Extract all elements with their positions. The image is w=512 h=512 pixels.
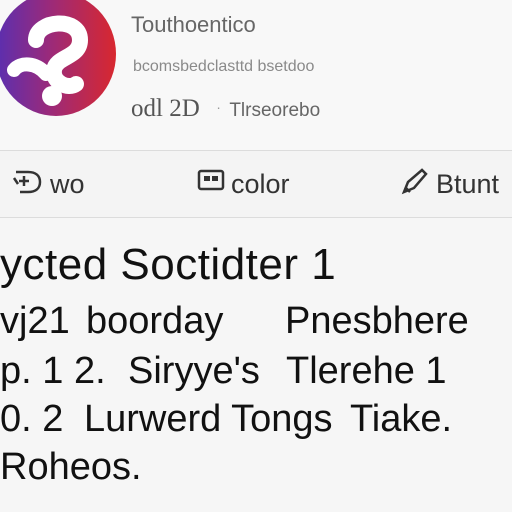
row-cell-a: p. 1 2.	[0, 350, 106, 392]
row-cell-c: Tiake.	[350, 398, 453, 440]
row-cell-a: vj21	[0, 300, 70, 342]
edit-label: Btunt	[436, 168, 500, 199]
help-icon	[7, 15, 89, 106]
meta-tag: Tlrseorebo	[229, 100, 321, 121]
profile-header: Touthoentico bcomsbedclasttd bsetdoo odl…	[0, 0, 512, 150]
color-button[interactable]: color	[197, 151, 290, 217]
row-cell-a: 0. 2	[0, 398, 64, 440]
row-cell-b: boorday	[86, 300, 224, 342]
pencil-icon	[400, 166, 430, 203]
content-heading: ycted Soctidter 1	[0, 240, 337, 289]
row-cell-b: Lurwerd Tongs	[84, 398, 333, 440]
comment-label: wo	[50, 168, 85, 199]
row-cell-b: Siryye's	[128, 350, 260, 392]
profile-meta: odl 2D · Tlrseorebo	[131, 95, 320, 123]
row-cell-a: Roheos.	[0, 446, 142, 488]
palette-icon	[197, 169, 225, 200]
comment-button[interactable]: wo	[10, 151, 85, 217]
action-toolbar: wo color Btunt	[0, 150, 512, 218]
profile-title: Touthoentico	[131, 12, 256, 37]
avatar[interactable]	[0, 0, 116, 116]
main-content: ycted Soctidter 1 vj21 boorday Pnesbhere…	[0, 230, 512, 512]
row-cell-c: Tlerehe 1	[286, 350, 447, 392]
comment-icon	[10, 166, 44, 203]
meta-separator: ·	[216, 99, 221, 115]
page: Touthoentico bcomsbedclasttd bsetdoo odl…	[0, 0, 512, 512]
profile-subtitle: bcomsbedclasttd bsetdoo	[133, 58, 315, 75]
row-cell-c: Pnesbhere	[285, 300, 469, 342]
edit-button[interactable]: Btunt	[400, 151, 499, 217]
meta-date: odl 2D	[131, 95, 200, 122]
color-label: color	[231, 168, 290, 199]
